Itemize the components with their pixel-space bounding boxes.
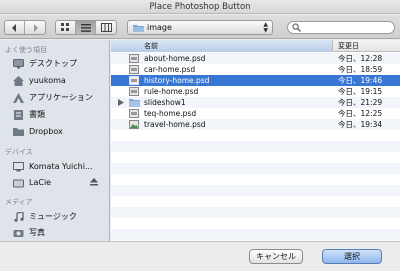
file-date: 今日、12:25 bbox=[338, 109, 383, 118]
popup-arrows-icon: ▲ ▼ bbox=[263, 21, 268, 34]
location-label: image bbox=[147, 23, 172, 32]
chevron-right-icon bbox=[33, 23, 38, 32]
file-name: car-home.psd bbox=[144, 65, 196, 74]
file-date: 今日、12:28 bbox=[338, 54, 383, 63]
empty-row bbox=[111, 130, 400, 141]
disclosure-triangle-icon[interactable] bbox=[118, 99, 124, 106]
sidebar-item-label: 写真 bbox=[29, 228, 45, 237]
file-date: 今日、19:46 bbox=[338, 76, 383, 85]
file-row-selected[interactable]: history-home.psd 今日、19:46 bbox=[111, 75, 400, 86]
column-view-button[interactable] bbox=[96, 21, 116, 34]
home-icon bbox=[13, 75, 24, 86]
file-date: 今日、19:15 bbox=[338, 87, 383, 96]
sidebar-item-computer[interactable]: Komata Yuichi... bbox=[13, 160, 109, 173]
file-name: history-home.psd bbox=[144, 76, 210, 85]
sidebar-item-label: Dropbox bbox=[29, 127, 63, 136]
sidebar: よく使う項目 デスクトップ yuukoma アプリケーション 書類 Dropbo… bbox=[0, 40, 110, 241]
desktop-icon bbox=[13, 58, 24, 68]
empty-row bbox=[111, 185, 400, 196]
folder-icon bbox=[13, 127, 24, 136]
file-row[interactable]: teq-home.psd 今日、12:25 bbox=[111, 108, 400, 119]
back-button[interactable] bbox=[5, 21, 25, 34]
file-date: 今日、21:29 bbox=[338, 98, 383, 107]
sidebar-item-lacie[interactable]: LaCie bbox=[13, 176, 109, 189]
sidebar-heading-favorites: よく使う項目 bbox=[5, 46, 47, 54]
icon-view-icon bbox=[61, 23, 69, 31]
sidebar-item-label: アプリケーション bbox=[29, 93, 93, 102]
psd-file-icon bbox=[129, 109, 139, 118]
file-name: about-home.psd bbox=[144, 54, 206, 63]
window-title: Place Photoshop Button bbox=[0, 0, 400, 14]
history-navigation bbox=[4, 20, 46, 35]
sidebar-item-applications[interactable]: アプリケーション bbox=[13, 91, 109, 104]
column-headers: 名前 変更日 bbox=[111, 40, 400, 52]
sidebar-item-label: ミュージック bbox=[29, 212, 77, 221]
psd-file-icon bbox=[129, 76, 139, 85]
toolbar: image ▲ ▼ bbox=[0, 15, 400, 39]
sidebar-item-photos[interactable]: 写真 bbox=[13, 226, 109, 239]
file-list: 名前 変更日 about-home.psd 今日、12:28 car-home.… bbox=[111, 40, 400, 241]
chevron-left-icon bbox=[12, 23, 16, 32]
sidebar-item-label: yuukoma bbox=[29, 76, 66, 85]
column-header-name[interactable]: 名前 bbox=[111, 40, 333, 52]
file-row[interactable]: about-home.psd 今日、12:28 bbox=[111, 53, 400, 64]
column-view-icon bbox=[100, 23, 112, 32]
eject-icon[interactable] bbox=[90, 178, 98, 186]
file-row[interactable]: travel-home.psd 今日、19:34 bbox=[111, 119, 400, 130]
sidebar-item-desktop[interactable]: デスクトップ bbox=[13, 57, 109, 70]
list-view-button[interactable] bbox=[76, 21, 96, 34]
sidebar-item-label: Komata Yuichi... bbox=[29, 162, 93, 171]
file-date: 今日、19:34 bbox=[338, 120, 383, 129]
file-name: teq-home.psd bbox=[144, 109, 197, 118]
empty-row bbox=[111, 174, 400, 185]
music-icon bbox=[14, 211, 24, 222]
choose-button[interactable]: 選択 bbox=[322, 249, 382, 264]
empty-row bbox=[111, 141, 400, 152]
sidebar-heading-media: メディア bbox=[5, 198, 33, 206]
view-switcher bbox=[55, 20, 117, 35]
file-name: slideshow1 bbox=[144, 98, 186, 107]
forward-button[interactable] bbox=[25, 21, 45, 34]
psd-file-icon bbox=[129, 54, 139, 63]
folder-icon bbox=[129, 99, 140, 107]
search-icon bbox=[292, 23, 301, 32]
icon-view-button[interactable] bbox=[56, 21, 76, 34]
file-row[interactable]: car-home.psd 今日、18:59 bbox=[111, 64, 400, 75]
open-file-dialog: Place Photoshop Button image ▲ ▼ よく使う項目 … bbox=[0, 0, 400, 271]
sidebar-item-dropbox[interactable]: Dropbox bbox=[13, 125, 109, 138]
psd-file-icon bbox=[129, 87, 139, 96]
folder-icon bbox=[133, 25, 144, 32]
camera-icon bbox=[13, 229, 24, 237]
sidebar-item-home[interactable]: yuukoma bbox=[13, 74, 109, 87]
file-row[interactable]: slideshow1 今日、21:29 bbox=[111, 97, 400, 108]
sidebar-item-music[interactable]: ミュージック bbox=[13, 210, 109, 223]
empty-row bbox=[111, 163, 400, 174]
cancel-button[interactable]: キャンセル bbox=[249, 249, 303, 264]
sidebar-item-label: デスクトップ bbox=[29, 59, 77, 68]
empty-row bbox=[111, 196, 400, 207]
empty-row bbox=[111, 207, 400, 218]
sidebar-heading-devices: デバイス bbox=[5, 148, 33, 156]
list-view-icon bbox=[80, 23, 91, 32]
search-field[interactable] bbox=[287, 21, 395, 34]
drive-icon bbox=[13, 179, 24, 187]
file-name: travel-home.psd bbox=[144, 120, 206, 129]
sidebar-item-label: 書類 bbox=[29, 110, 45, 119]
column-header-date[interactable]: 変更日 bbox=[338, 41, 359, 51]
empty-row bbox=[111, 152, 400, 163]
file-row[interactable]: rule-home.psd 今日、19:15 bbox=[111, 86, 400, 97]
dialog-footer: キャンセル 選択 bbox=[0, 241, 400, 271]
applications-icon bbox=[13, 92, 24, 103]
documents-icon bbox=[14, 109, 23, 120]
image-file-icon bbox=[129, 120, 139, 129]
file-name: rule-home.psd bbox=[144, 87, 199, 96]
sidebar-item-label: LaCie bbox=[29, 178, 52, 187]
sidebar-item-documents[interactable]: 書類 bbox=[13, 108, 109, 121]
location-popup[interactable]: image ▲ ▼ bbox=[127, 20, 273, 35]
file-date: 今日、18:59 bbox=[338, 65, 383, 74]
empty-row bbox=[111, 218, 400, 229]
psd-file-icon bbox=[129, 65, 139, 74]
computer-icon bbox=[13, 161, 24, 171]
empty-row bbox=[111, 229, 400, 240]
